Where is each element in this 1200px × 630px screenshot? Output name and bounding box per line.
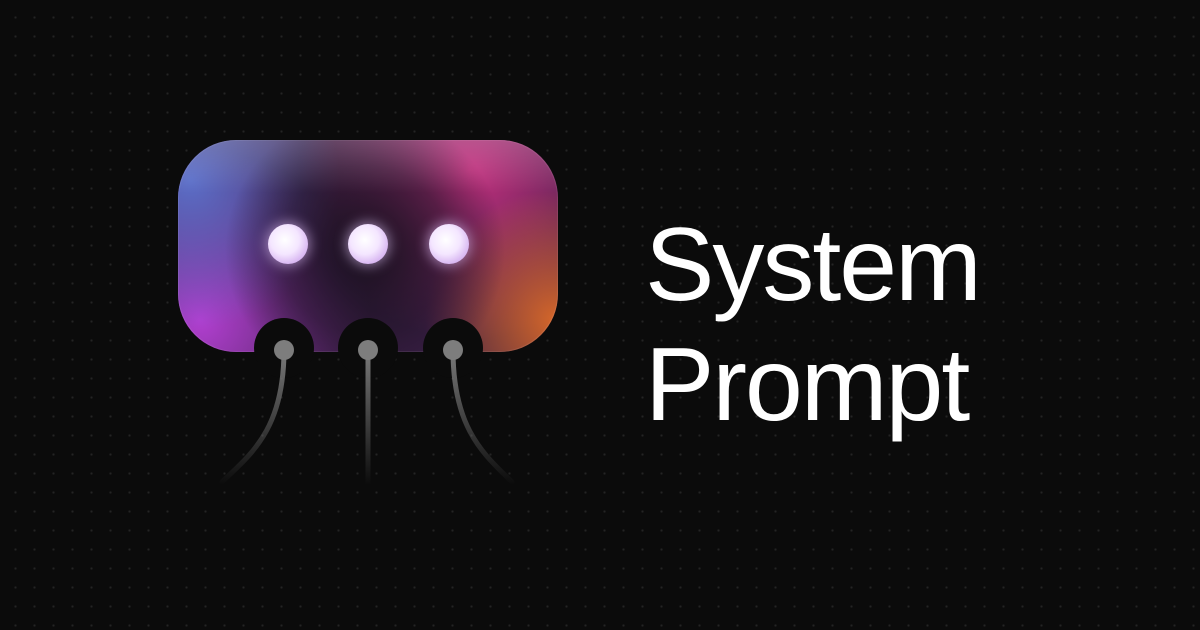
page-title: System Prompt [645, 205, 1165, 445]
title-line-2: Prompt [645, 327, 970, 443]
dot-1 [268, 224, 308, 264]
dot-2 [348, 224, 388, 264]
chat-bubble-logo-icon [160, 120, 580, 500]
typing-dots [266, 222, 471, 266]
title-line-1: System [645, 207, 982, 323]
dot-3 [429, 224, 469, 264]
